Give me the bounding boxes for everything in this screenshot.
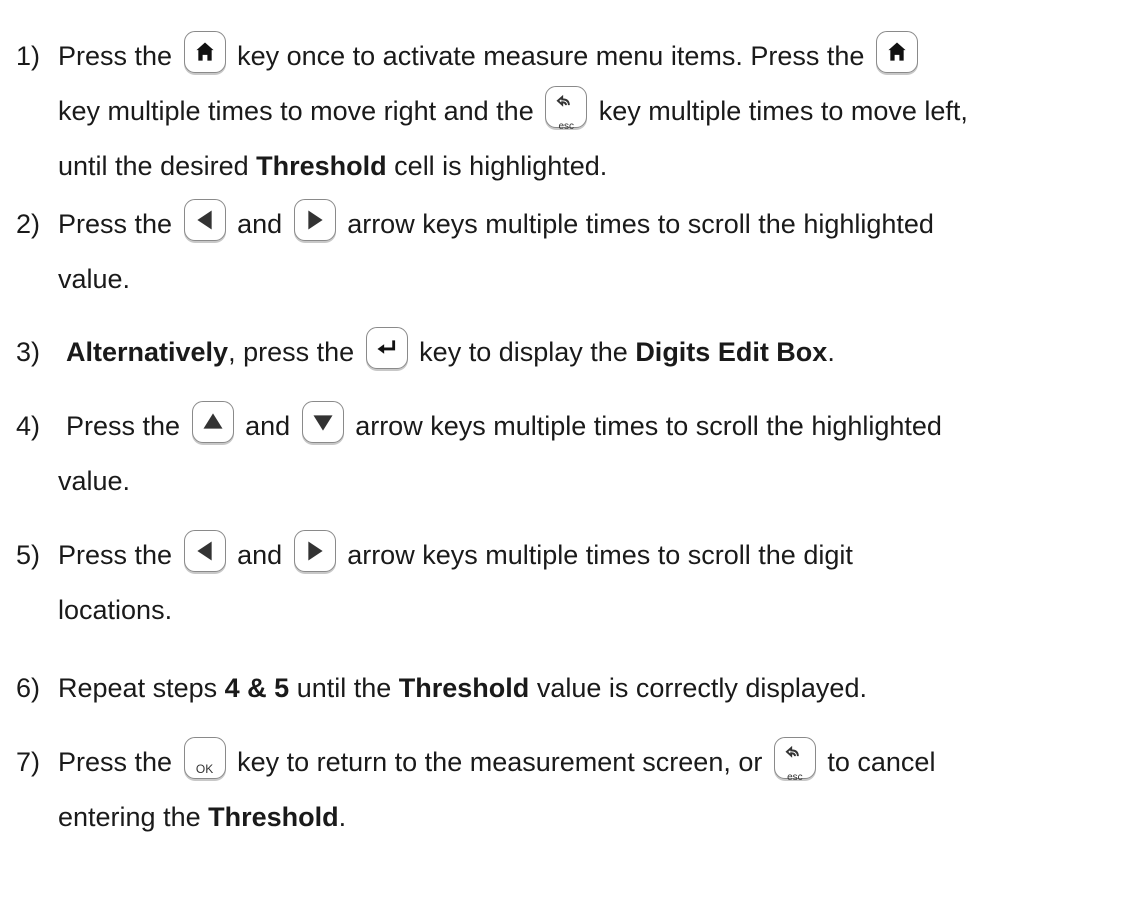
step-number: 3) [16, 337, 41, 367]
step-number: 7) [16, 747, 41, 777]
enter-key-icon [365, 326, 408, 369]
step-1-line-3: until the desired Threshold cell is high… [58, 146, 607, 186]
left-arrow-key-icon [183, 529, 226, 572]
step-text: arrow keys multiple times to scroll the … [347, 540, 853, 570]
step-1-line-2: key multiple times to move right and the… [58, 85, 968, 134]
home-key-icon [183, 30, 226, 73]
threshold-term: Threshold [256, 151, 387, 181]
threshold-term: Threshold [398, 673, 530, 703]
step-6-line-1: Repeat steps 4 & 5 until the Threshold v… [58, 668, 867, 708]
step-number: 1) [16, 41, 41, 71]
step-5-line-2: locations. [58, 590, 172, 630]
step-3-line-1: Alternatively, press the key to display … [66, 326, 835, 375]
step-text: cell is highlighted. [394, 151, 608, 181]
step-text: to cancel [827, 747, 936, 777]
step-text: arrow keys multiple times to scroll the … [347, 209, 934, 239]
instruction-document: 1) Press the key once to activate measur… [0, 0, 1142, 917]
step-text: value. [58, 466, 131, 496]
step-text: Press the [66, 411, 181, 441]
step-1-line-1: Press the key once to activate measure m… [58, 30, 922, 79]
step-number: 2) [16, 209, 41, 239]
down-arrow-key-icon [301, 400, 344, 443]
digits-edit-box-term: Digits Edit Box [635, 337, 828, 367]
up-arrow-key-icon [191, 400, 234, 443]
step-text: Press the [58, 540, 173, 570]
step-text: Press the [58, 41, 173, 71]
step-text: until the desired [58, 151, 249, 181]
right-arrow-key-icon [293, 198, 336, 241]
ok-key-icon: OK [183, 736, 226, 779]
step-text: value. [58, 264, 131, 294]
alternatively-term: Alternatively [66, 337, 229, 367]
step-number: 5) [16, 540, 41, 570]
step-text: and [237, 209, 283, 239]
threshold-term: Threshold [208, 802, 339, 832]
step-5-line-1: Press the and arrow keys multiple times … [58, 529, 853, 578]
step-number: 6) [16, 673, 41, 703]
step-text: and [237, 540, 283, 570]
step-text: arrow keys multiple times to scroll the … [355, 411, 942, 441]
step-4-line-2: value. [58, 461, 130, 501]
steps-term: 4 & 5 [224, 673, 290, 703]
step-4-line-1: Press the and arrow keys multiple times … [66, 400, 942, 449]
step-text: key to return to the measurement screen,… [237, 747, 763, 777]
ok-key-label: OK [195, 761, 214, 776]
step-2-line-1: Press the and arrow keys multiple times … [58, 198, 934, 247]
esc-back-key-icon: esc [773, 736, 816, 783]
step-text: , press the [228, 337, 355, 367]
step-text: locations. [58, 595, 173, 625]
step-7-line-1: Press the OK key to return to the measur… [58, 736, 936, 785]
esc-back-key-icon: esc [545, 85, 588, 132]
step-text: Repeat steps [58, 673, 218, 703]
right-arrow-key-icon [293, 529, 336, 572]
esc-key-label: esc [787, 771, 803, 783]
step-7-line-2: entering the Threshold. [58, 797, 346, 837]
home-key-icon [875, 30, 918, 73]
step-text: and [245, 411, 291, 441]
step-text: key multiple times to move right and the [58, 96, 534, 126]
esc-key-label: esc [558, 120, 575, 132]
step-text: Press the [58, 209, 173, 239]
step-text: value is correctly displayed. [536, 673, 867, 703]
step-text: until the [296, 673, 392, 703]
step-2-line-2: value. [58, 259, 130, 299]
step-text: . [338, 802, 347, 832]
left-arrow-key-icon [183, 198, 226, 241]
step-text: key once to activate measure menu items.… [237, 41, 865, 71]
step-number: 4) [16, 411, 41, 441]
step-text: key multiple times to move left, [598, 96, 968, 126]
step-text: entering the [58, 802, 201, 832]
step-text: key to display the [419, 337, 628, 367]
step-text: . [827, 337, 835, 367]
step-text: Press the [58, 747, 173, 777]
